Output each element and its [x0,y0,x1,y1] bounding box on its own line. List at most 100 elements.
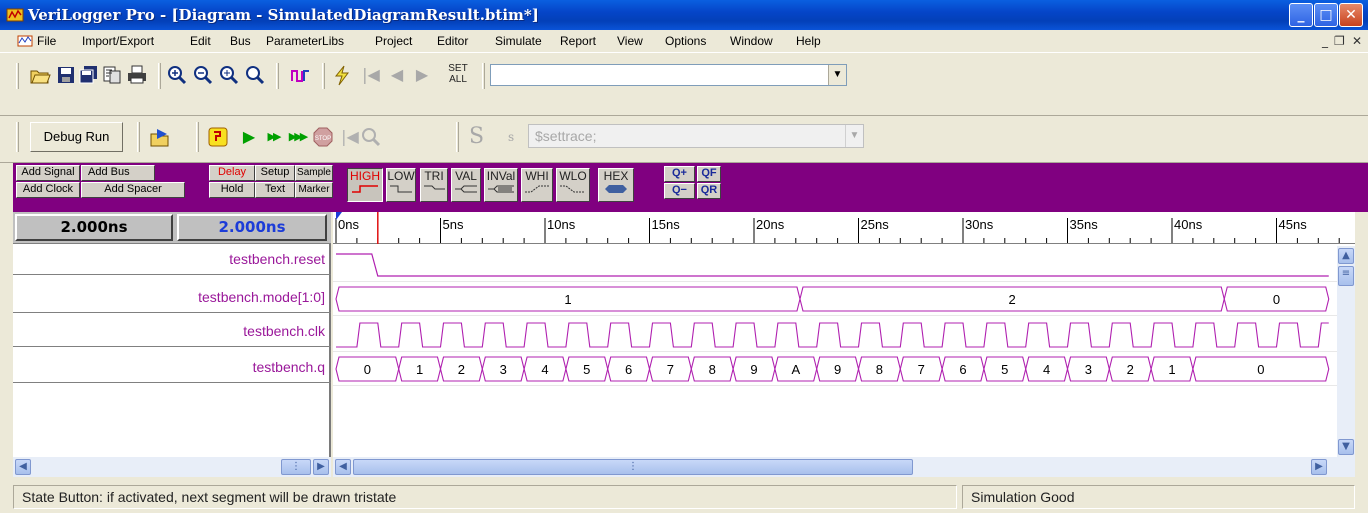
menu-help[interactable]: Help [796,34,821,48]
menu-edit[interactable]: Edit [190,34,211,48]
trace-command-combo[interactable]: $settrace; ▼ [528,124,864,148]
setup-button[interactable]: Setup [255,165,295,181]
zoom-in-icon[interactable] [166,64,188,86]
scroll-left-icon[interactable]: ◀ [335,459,351,475]
simulation-combo[interactable]: ▼ [490,64,847,86]
waveform-panel[interactable]: 0ns 5ns 10ns 15ns 20ns 25ns 30ns 35ns 40ns 45ns 1 2… [333,212,1355,477]
signal-row-reset[interactable]: testbench.reset [13,244,331,275]
toolbar-grip[interactable] [482,63,485,89]
sample-button[interactable]: Sample [295,165,333,181]
vertical-scroll-thumb[interactable]: ≡ [1338,266,1354,286]
save-all-icon[interactable] [78,64,100,86]
lightning-icon[interactable] [331,64,353,86]
open-folder-icon[interactable] [29,64,51,86]
print-icon[interactable] [126,64,148,86]
menu-window[interactable]: Window [730,34,773,48]
menu-bus[interactable]: Bus [230,34,251,48]
menu-report[interactable]: Report [560,34,596,48]
stop-icon[interactable]: STOP [312,126,334,148]
signal-row-clk[interactable]: testbench.clk [13,316,331,347]
menu-options[interactable]: Options [665,34,706,48]
menu-parameterlibs[interactable]: ParameterLibs [266,34,344,48]
zoom-out-small-button[interactable]: Q− [664,183,695,199]
mdi-restore-button[interactable]: ❐ [1334,34,1345,48]
scroll-left-icon[interactable]: ◀ [15,459,31,475]
text-button[interactable]: Text [255,182,295,198]
toolbar-grip[interactable] [456,122,459,152]
menu-editor[interactable]: Editor [437,34,468,48]
signal-name[interactable]: testbench.q [253,359,325,375]
state-whi-button[interactable]: WHI [521,168,553,202]
maximize-button[interactable]: □ [1314,3,1338,27]
close-button[interactable]: ✕ [1339,3,1363,27]
zoom-full-icon[interactable] [218,64,240,86]
name-horizontal-scrollbar[interactable]: ◀ ⋮ ▶ [13,457,331,477]
document-icon[interactable] [17,33,33,49]
menu-import-export[interactable]: Import/Export [82,34,154,48]
step-icon[interactable]: ▶▶ [262,126,284,148]
run-fast-icon[interactable]: ▶▶▶ [286,126,308,148]
scroll-up-icon[interactable]: ▲ [1338,248,1354,264]
add-clock-button[interactable]: Add Clock [16,182,80,198]
zoom-in-small-button[interactable]: Q+ [664,166,695,182]
state-high-button[interactable]: HIGH [347,168,383,202]
scroll-right-icon[interactable]: ▶ [313,459,329,475]
zoom-range-small-button[interactable]: QR [697,183,721,199]
set-all-button[interactable]: SET ALL [445,63,471,85]
hold-button[interactable]: Hold [209,182,255,198]
scroll-right-icon[interactable]: ▶ [1311,459,1327,475]
add-spacer-button[interactable]: Add Spacer [81,182,185,198]
build-icon[interactable] [207,126,229,148]
mdi-minimize-button[interactable]: _ [1322,34,1328,48]
toolbar-grip[interactable] [16,63,19,89]
cursor2-time-display[interactable]: 2.000ns [177,214,327,241]
state-low-button[interactable]: LOW [386,168,416,202]
trace-s-button[interactable]: S [469,124,484,149]
mdi-close-button[interactable]: ✕ [1352,34,1362,48]
toolbar-grip[interactable] [322,63,325,89]
properties-icon[interactable] [101,64,123,86]
scroll-down-icon[interactable]: ▼ [1338,439,1354,455]
signal-row-mode[interactable]: testbench.mode[1:0] [13,282,331,313]
menu-view[interactable]: View [617,34,643,48]
signal-name[interactable]: testbench.reset [229,251,325,267]
zoom-full-small-button[interactable]: QF [697,166,721,182]
goto-start-icon[interactable]: |◀ [360,64,382,86]
add-bus-button[interactable]: Add Bus [81,165,155,181]
save-icon[interactable] [55,64,77,86]
scroll-thumb[interactable]: ⋮ [281,459,311,475]
scroll-thumb[interactable]: ⋮ [353,459,913,475]
chevron-down-icon[interactable]: ▼ [845,125,863,147]
signal-name[interactable]: testbench.mode[1:0] [198,289,325,305]
delay-button[interactable]: Delay [209,165,255,181]
menu-file[interactable]: File [37,34,56,48]
toolbar-grip[interactable] [276,63,279,89]
wave-vertical-scrollbar[interactable]: ▲ ≡ ▼ [1337,246,1355,457]
step-forward-icon[interactable]: ▶ [411,64,433,86]
open-project-icon[interactable] [149,126,171,148]
debug-run-button[interactable]: Debug Run [30,122,123,152]
zoom-range-icon[interactable] [244,64,266,86]
toolbar-grip[interactable] [196,122,199,152]
add-signal-button[interactable]: Add Signal [16,165,80,181]
marker-button[interactable]: Marker [295,182,333,198]
state-val-button[interactable]: VAL [451,168,481,202]
hex-button[interactable]: HEX [598,168,634,202]
waveform-icon[interactable] [290,64,312,86]
goto-end-icon[interactable]: |◀ [339,126,361,148]
step-back-icon[interactable]: ◀ [386,64,408,86]
state-tri-button[interactable]: TRI [420,168,448,202]
state-wlo-button[interactable]: WLO [556,168,590,202]
menu-project[interactable]: Project [375,34,412,48]
waveform-canvas[interactable]: 0ns 5ns 10ns 15ns 20ns 25ns 30ns 35ns 40ns 45ns 1 2… [333,212,1355,457]
signal-name[interactable]: testbench.clk [243,323,325,339]
run-icon[interactable]: ▶ [238,126,260,148]
zoom-out-icon[interactable] [192,64,214,86]
minimize-button[interactable]: _ [1289,3,1313,27]
find-icon[interactable] [360,126,382,148]
toolbar-grip[interactable] [137,122,140,152]
signal-row-q[interactable]: testbench.q [13,352,331,383]
toolbar-grip[interactable] [158,63,161,89]
menu-simulate[interactable]: Simulate [495,34,542,48]
toolbar-grip[interactable] [16,122,19,152]
